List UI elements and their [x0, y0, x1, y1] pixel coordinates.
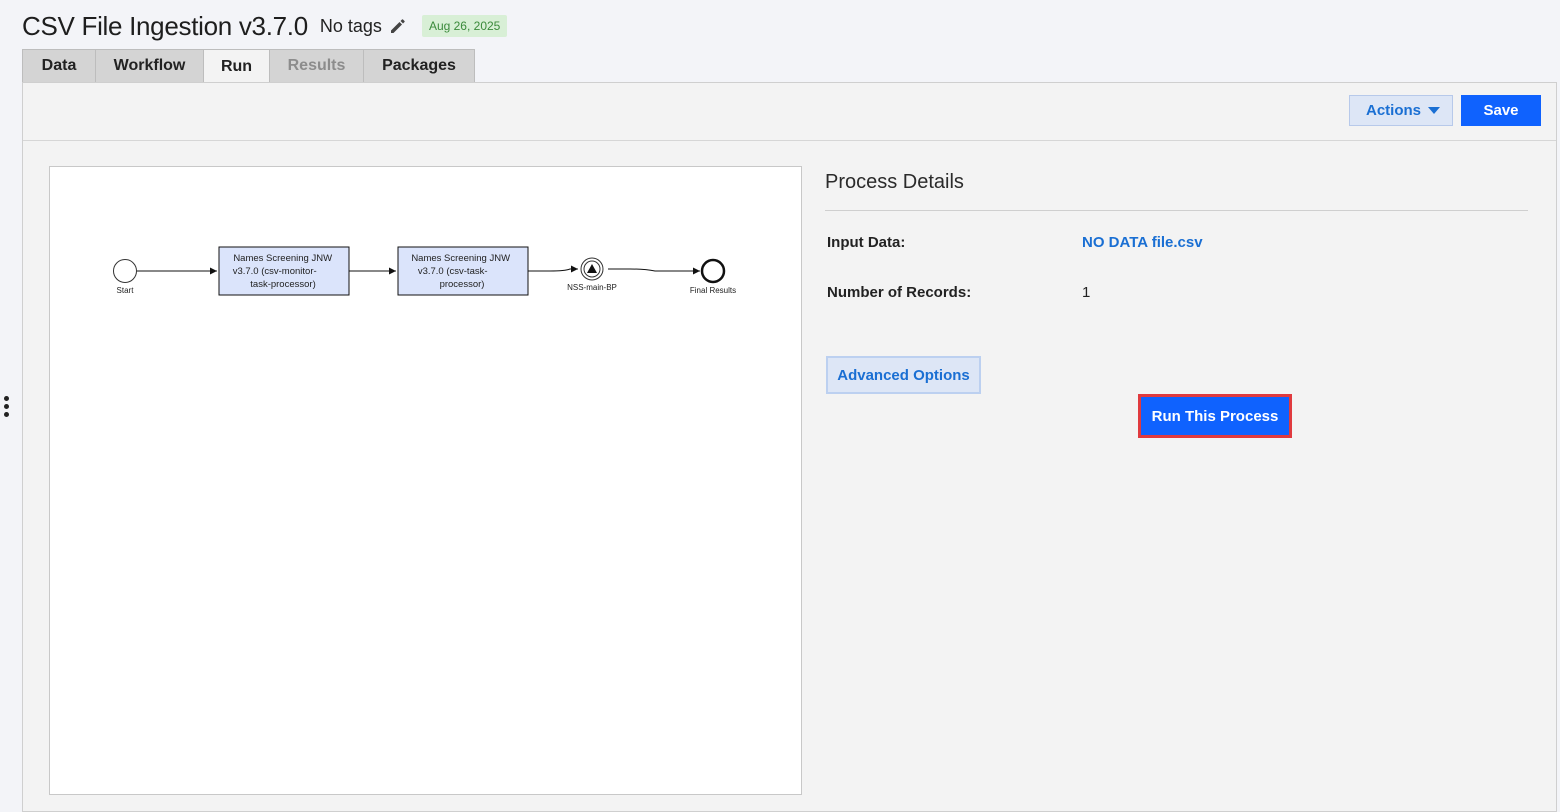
advanced-options-button[interactable]: Advanced Options	[826, 356, 981, 394]
date-badge: Aug 26, 2025	[421, 15, 508, 37]
tab-workflow[interactable]: Workflow	[95, 49, 204, 82]
task2-line: v3.7.0 (csv-task-	[418, 266, 488, 277]
input-data-label: Input Data:	[827, 234, 906, 251]
tab-results: Results	[269, 49, 364, 82]
run-process-button[interactable]: Run This Process	[1138, 394, 1292, 438]
caret-down-icon	[1428, 107, 1440, 114]
tab-packages[interactable]: Packages	[363, 49, 475, 82]
end-event[interactable]	[700, 258, 726, 284]
task1-line: task-processor)	[250, 279, 315, 290]
save-button[interactable]: Save	[1461, 95, 1541, 126]
drag-handle[interactable]	[4, 396, 12, 422]
task1-line: Names Screening JNW	[233, 253, 332, 264]
end-label: Final Results	[690, 286, 736, 295]
run-panel: Actions Save Start Names Screening JNW v…	[22, 82, 1557, 812]
records-label: Number of Records:	[827, 284, 972, 301]
process-details-title: Process Details	[825, 171, 964, 193]
start-label: Start	[117, 286, 135, 295]
task1-line: v3.7.0 (csv-monitor-	[233, 266, 317, 277]
actions-label: Actions	[1366, 102, 1422, 119]
drag-dot-icon	[4, 396, 9, 401]
actions-button[interactable]: Actions	[1349, 95, 1453, 126]
start-event[interactable]	[113, 259, 137, 283]
drag-dot-icon	[4, 404, 9, 409]
page-title: CSV File Ingestion v3.7.0	[22, 10, 308, 41]
event-label: NSS-main-BP	[567, 283, 617, 292]
workflow-diagram: Start Names Screening JNW v3.7.0 (csv-mo…	[49, 166, 802, 795]
task2-line: Names Screening JNW	[411, 253, 510, 264]
pencil-icon[interactable]	[388, 16, 408, 36]
tags-label: No tags	[319, 15, 382, 36]
sequence-flow	[528, 265, 578, 273]
tab-bar: Data Workflow Run Results Packages	[22, 49, 475, 83]
task2-line: processor)	[440, 279, 485, 290]
drag-dot-icon	[4, 412, 9, 417]
divider	[825, 210, 1528, 211]
page-header: CSV File Ingestion v3.7.0 No tags Aug 26…	[22, 8, 508, 44]
sequence-flow	[608, 267, 700, 275]
tab-run[interactable]: Run	[203, 49, 270, 83]
tab-data[interactable]: Data	[22, 49, 96, 82]
input-data-link[interactable]: NO DATA file.csv	[1082, 234, 1203, 251]
records-value: 1	[1082, 284, 1091, 301]
workflow-diagram-svg: Start Names Screening JNW v3.7.0 (csv-mo…	[113, 246, 736, 296]
toolbar: Actions Save	[23, 83, 1556, 141]
